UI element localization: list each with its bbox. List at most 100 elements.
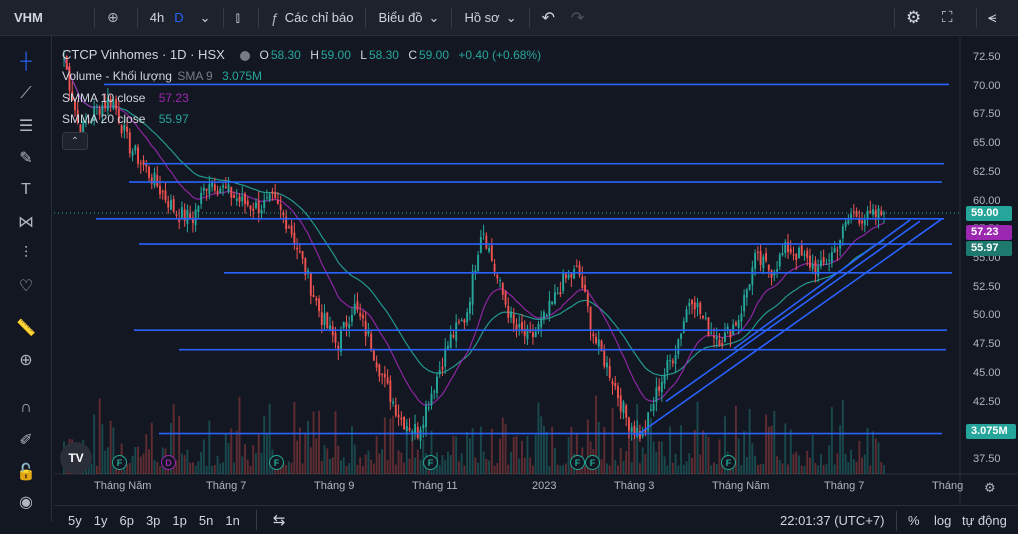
profile-button[interactable]: Hồ sơ ⌄ (456, 0, 524, 36)
settings-button[interactable]: ⚙ (898, 0, 929, 36)
price-tick-label: 52.50 (973, 280, 1001, 293)
event-marker-f[interactable]: F (112, 455, 127, 470)
volume-bar (567, 437, 570, 474)
volume-bar (674, 453, 677, 474)
volume-bar (471, 428, 474, 474)
magnet-icon[interactable]: ∩ (14, 396, 38, 420)
smma20-value: 55.97 (158, 112, 189, 126)
volume-bar (191, 462, 194, 474)
indicators-button[interactable]: ƒ Các chỉ báo (263, 0, 361, 36)
volume-bar (688, 453, 691, 474)
symbol-search[interactable]: VHM (0, 0, 90, 36)
candle-body (803, 254, 806, 256)
volume-bar (98, 398, 101, 474)
legend-smma10[interactable]: SMMA 10 close 57.23 (62, 91, 191, 105)
candle-body (702, 315, 704, 319)
candle-body (562, 272, 565, 292)
candle-body (340, 330, 342, 352)
interval-4h[interactable]: 4h (142, 0, 172, 36)
clock[interactable]: 22:01:37 (UTC+7) (780, 513, 884, 528)
chart-pane[interactable]: CTCP Vinhomes · 1D · HSX O 58.30 H 59.00 L… (54, 37, 1018, 534)
candle-body (463, 319, 466, 323)
legend-collapse-button[interactable]: ⌃ (62, 132, 88, 150)
event-marker-f[interactable]: F (721, 455, 736, 470)
volume-bar (863, 454, 866, 474)
volume-bar (293, 401, 296, 474)
range-1y[interactable]: 1y (88, 513, 114, 528)
text-icon[interactable]: T (14, 178, 38, 202)
range-5y[interactable]: 5y (62, 513, 88, 528)
eye-icon[interactable]: ◉ (14, 490, 38, 514)
ruler-icon[interactable]: 📏 (14, 316, 38, 340)
lock-draw-icon[interactable]: ✐ (14, 428, 38, 452)
event-marker-f[interactable]: F (570, 455, 585, 470)
candle-body (740, 313, 743, 322)
range-6m[interactable]: 6p (113, 513, 139, 528)
auto-toggle[interactable]: tự động (962, 513, 1007, 528)
range-3m[interactable]: 3p (140, 513, 166, 528)
percent-toggle[interactable]: % (908, 513, 920, 528)
log-toggle[interactable]: log (934, 513, 951, 528)
candle-body (630, 427, 633, 433)
legend-volume[interactable]: Volume - Khối lượng SMA 9 3.075M (62, 69, 264, 83)
axis-settings-button[interactable]: ⚙ (984, 480, 996, 496)
volume-bar (545, 431, 548, 474)
share-button[interactable]: ⪪ (980, 0, 1004, 36)
measure-lines-icon[interactable]: ⫶ (14, 242, 38, 266)
fib-icon[interactable]: ☰ (14, 114, 38, 138)
volume-bar (839, 425, 842, 474)
share-icon: ⪪ (988, 9, 997, 26)
volume-bar (301, 463, 304, 474)
volume-bar (819, 453, 822, 474)
volume-bar (608, 465, 611, 474)
range-5d[interactable]: 5n (193, 513, 219, 528)
event-marker-f[interactable]: F (269, 455, 284, 470)
interval-dropdown[interactable]: ⌄ (192, 0, 219, 36)
time-label: Tháng (932, 480, 964, 492)
crosshair-icon[interactable]: ┼ (14, 50, 38, 74)
candle-body (693, 302, 696, 310)
goto-date-button[interactable]: ⇆ (267, 511, 292, 529)
volume-bar (808, 457, 811, 474)
compare-button[interactable]: ⊕ (99, 0, 133, 36)
candle-body (139, 163, 142, 165)
volume-bar (803, 465, 806, 474)
event-marker-f[interactable]: F (585, 455, 600, 470)
volume-bar (814, 462, 817, 474)
legend-title[interactable]: CTCP Vinhomes · 1D · HSX (62, 47, 225, 62)
chart-type-button[interactable]: ⫾ (228, 0, 254, 36)
volume-bar (529, 457, 532, 474)
candle-body (441, 366, 444, 370)
candle-body (235, 198, 238, 201)
tradingview-logo[interactable]: TV (60, 442, 92, 474)
range-1m[interactable]: 1p (166, 513, 192, 528)
fullscreen-button[interactable]: ⛶ (934, 0, 961, 36)
volume-bar (499, 438, 502, 474)
layout-button[interactable]: Biểu đồ ⌄ (370, 0, 447, 36)
lock-icon[interactable]: 🔓 (14, 460, 38, 484)
range-1d[interactable]: 1n (219, 513, 245, 528)
event-marker-d[interactable]: D (161, 455, 176, 470)
volume-bar (419, 459, 422, 474)
candle-body (488, 247, 491, 252)
trendline-icon[interactable]: ⟋ (14, 82, 38, 106)
volume-bar (537, 402, 540, 474)
candle-body (422, 424, 425, 429)
zoom-icon[interactable]: ⊕ (14, 348, 38, 372)
pattern-icon[interactable]: ⋈ (14, 210, 38, 234)
candle-body (471, 271, 474, 305)
redo-button[interactable]: ↷ (563, 0, 592, 36)
interval-d[interactable]: D (172, 0, 191, 36)
brush-icon[interactable]: ✎ (14, 146, 38, 170)
volume-bar (507, 464, 510, 474)
heart-icon[interactable]: ♡ (14, 274, 38, 298)
candle-body (408, 427, 411, 431)
candle-body (378, 364, 381, 377)
undo-button[interactable]: ↶ (534, 0, 563, 36)
ohlc-c-label: C (408, 48, 417, 62)
candle-body (372, 350, 375, 361)
volume-bar (836, 453, 839, 474)
legend-smma20[interactable]: SMMA 20 close 55.97 (62, 112, 191, 126)
event-marker-f[interactable]: F (423, 455, 438, 470)
chart-canvas[interactable] (54, 37, 1018, 505)
